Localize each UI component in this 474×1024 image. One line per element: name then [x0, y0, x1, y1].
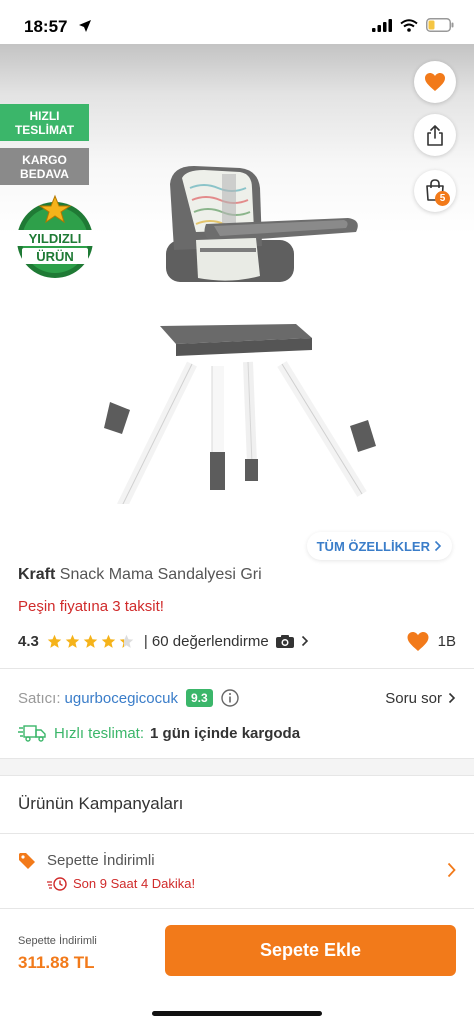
product-image[interactable]: [100, 154, 380, 504]
home-indicator[interactable]: [152, 1011, 322, 1016]
status-bar: 18:57: [0, 0, 474, 44]
seller-label: Satıcı:: [18, 689, 61, 707]
free-shipping-badge: KARGO BEDAVA: [0, 148, 89, 185]
installment-text: Peşin fiyatına 3 taksit!: [18, 598, 164, 615]
shipping-label: Hızlı teslimat:: [54, 724, 145, 742]
section-separator: [0, 758, 474, 776]
chevron-right-icon: [447, 862, 456, 878]
share-button[interactable]: [414, 114, 456, 156]
ask-question-label: Soru sor: [385, 689, 442, 707]
product-hero: 5 HIZLI TESLİMAT KARGO BEDAVA YILDIZLI Ü…: [0, 34, 474, 570]
rating-stars: [47, 634, 134, 649]
wifi-icon: [400, 18, 418, 32]
star-icon: [101, 634, 116, 648]
free-shipping-line2: BEDAVA: [20, 166, 69, 181]
tag-icon: [19, 853, 35, 869]
star-product-badge: YILDIZLI ÜRÜN: [12, 194, 98, 280]
reviews-link[interactable]: | 60 değerlendirme: [142, 633, 309, 650]
free-shipping-line1: KARGO: [22, 152, 67, 167]
shipping-value: 1 gün içinde kargoda: [150, 724, 301, 742]
status-icons: [372, 18, 454, 32]
add-to-cart-button[interactable]: Sepete Ekle: [165, 925, 456, 976]
all-features-button[interactable]: TÜM ÖZELLİKLER: [306, 532, 452, 560]
divider: [0, 833, 474, 834]
star-badge-line2: ÜRÜN: [36, 249, 74, 264]
favorite-count: 1B: [437, 632, 456, 650]
chevron-right-icon: [434, 540, 442, 552]
shipping-row: Hızlı teslimat: 1 gün içinde kargoda: [18, 722, 300, 744]
camera-icon: [275, 634, 294, 648]
info-icon[interactable]: [220, 689, 239, 707]
share-icon: [427, 125, 443, 146]
heart-icon: [425, 73, 445, 91]
product-brand[interactable]: Kraft: [18, 566, 55, 583]
cart-count-badge: 5: [435, 191, 450, 206]
rating-value: 4.3: [18, 632, 39, 650]
star-icon: [83, 634, 98, 648]
fast-delivery-line1: HIZLI: [29, 108, 60, 123]
fast-delivery-badge: HIZLI TESLİMAT: [0, 104, 89, 141]
location-arrow-icon: [79, 20, 91, 32]
all-features-label: TÜM ÖZELLİKLER: [316, 538, 430, 554]
price-value: 311.88 TL: [18, 953, 95, 972]
seller-name[interactable]: ugurbocegicocuk: [65, 690, 178, 707]
divider: [0, 668, 474, 669]
fast-delivery-line2: TESLİMAT: [14, 122, 75, 137]
add-to-cart-label: Sepete Ekle: [259, 940, 362, 960]
seller-row: Satıcı: ugurbocegicocuk 9.3 Soru sor: [18, 686, 456, 710]
bottom-bar: Sepette İndirimli 311.88 TL Sepete Ekle: [0, 908, 474, 1024]
chevron-right-icon: [301, 635, 308, 647]
product-title: Kraft Snack Mama Sandalyesi Gri: [18, 566, 262, 584]
star-icon: [65, 634, 80, 648]
campaign-countdown-text: Son 9 Saat 4 Dakika!: [73, 876, 196, 891]
rating-row: 4.3 | 60 değerlendirme 1B: [18, 629, 456, 653]
cart-button[interactable]: 5: [414, 170, 456, 212]
star-badge-line1: YILDIZLI: [28, 231, 82, 246]
campaign-countdown: Son 9 Saat 4 Dakika!: [47, 876, 195, 891]
status-time: 18:57: [24, 17, 68, 36]
campaigns-title: Ürünün Kampanyaları: [18, 794, 184, 813]
star-icon: [119, 634, 134, 648]
campaign-item[interactable]: Sepette İndirimli Son 9 Saat 4 Dakika!: [18, 848, 456, 896]
review-count: | 60 değerlendirme: [143, 632, 269, 650]
signal-icon: [372, 18, 392, 32]
product-name: Snack Mama Sandalyesi Gri: [59, 566, 262, 583]
battery-icon: [426, 18, 454, 32]
seller-score-badge: 9.3: [185, 689, 213, 707]
price-label: Sepette İndirimli: [18, 935, 97, 947]
heart-icon: [407, 631, 429, 651]
clock-icon: [47, 876, 67, 891]
chevron-right-icon: [448, 692, 456, 704]
favorite-button[interactable]: [414, 61, 456, 103]
ask-question-button[interactable]: Soru sor: [385, 690, 456, 707]
star-icon: [47, 634, 62, 648]
truck-icon: [18, 725, 46, 742]
campaign-title: Sepette İndirimli: [47, 852, 155, 869]
favorite-count-wrap[interactable]: 1B: [406, 631, 456, 652]
